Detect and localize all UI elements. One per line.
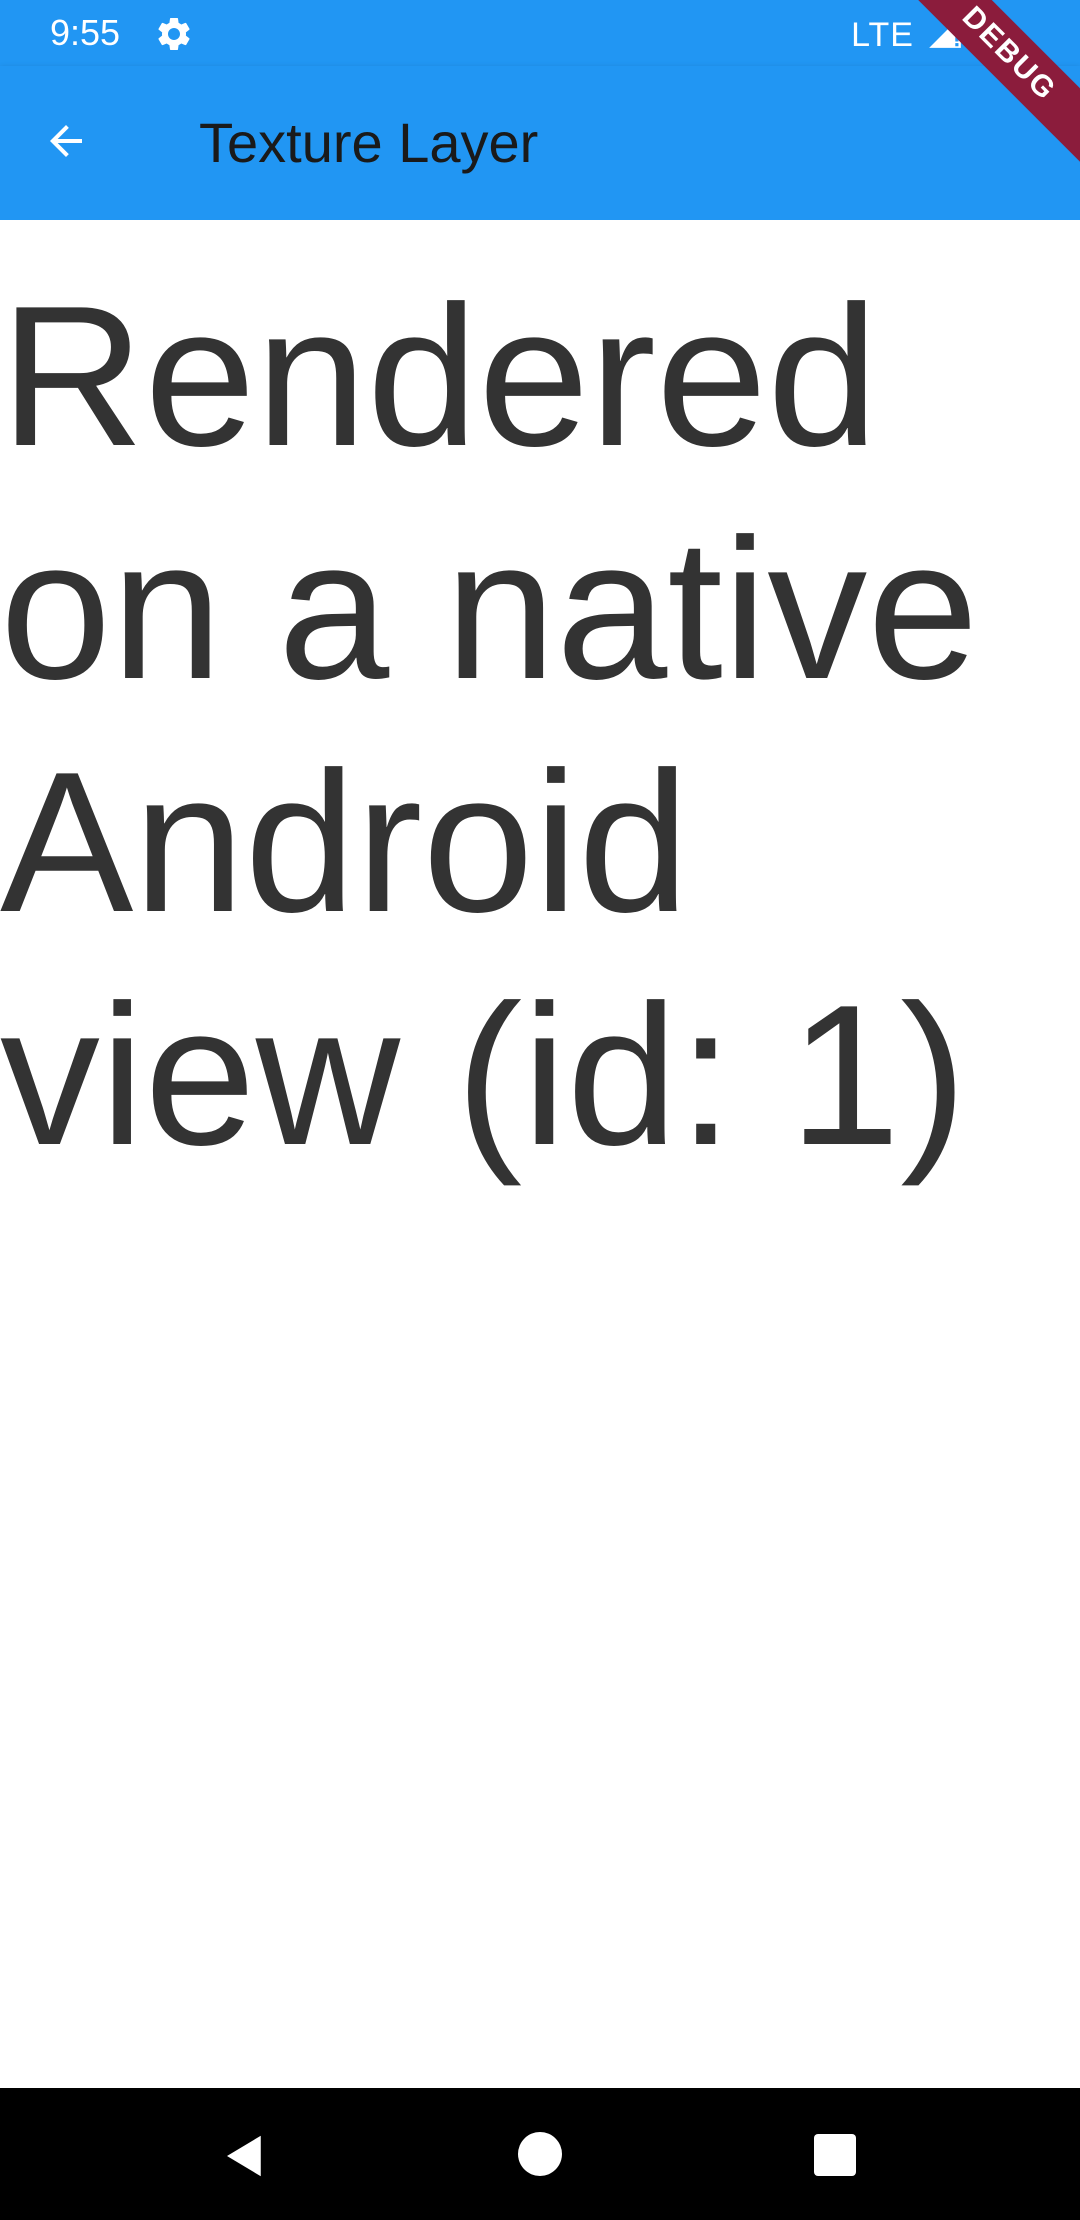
arrow-back-icon bbox=[42, 117, 90, 170]
nav-back-icon[interactable] bbox=[218, 2129, 272, 2183]
gear-icon bbox=[154, 14, 194, 54]
nav-recents-icon[interactable] bbox=[814, 2134, 856, 2176]
native-view-container: Rendered on a native Android view (id: 1… bbox=[0, 220, 1080, 2088]
native-view-text: Rendered on a native Android view (id: 1… bbox=[0, 265, 979, 1187]
nav-home-icon[interactable] bbox=[518, 2132, 562, 2176]
status-time: 9:55 bbox=[50, 12, 121, 53]
app-bar: Texture Layer bbox=[0, 66, 1080, 220]
system-nav-bar bbox=[0, 2088, 1080, 2220]
page-title: Texture Layer bbox=[199, 111, 539, 174]
screen: 9:55 LTE Texture Layer DEBUG Rendered on… bbox=[0, 0, 1080, 2220]
network-type: LTE bbox=[851, 15, 914, 54]
back-button[interactable] bbox=[24, 101, 108, 185]
status-bar: 9:55 LTE bbox=[0, 0, 1080, 66]
